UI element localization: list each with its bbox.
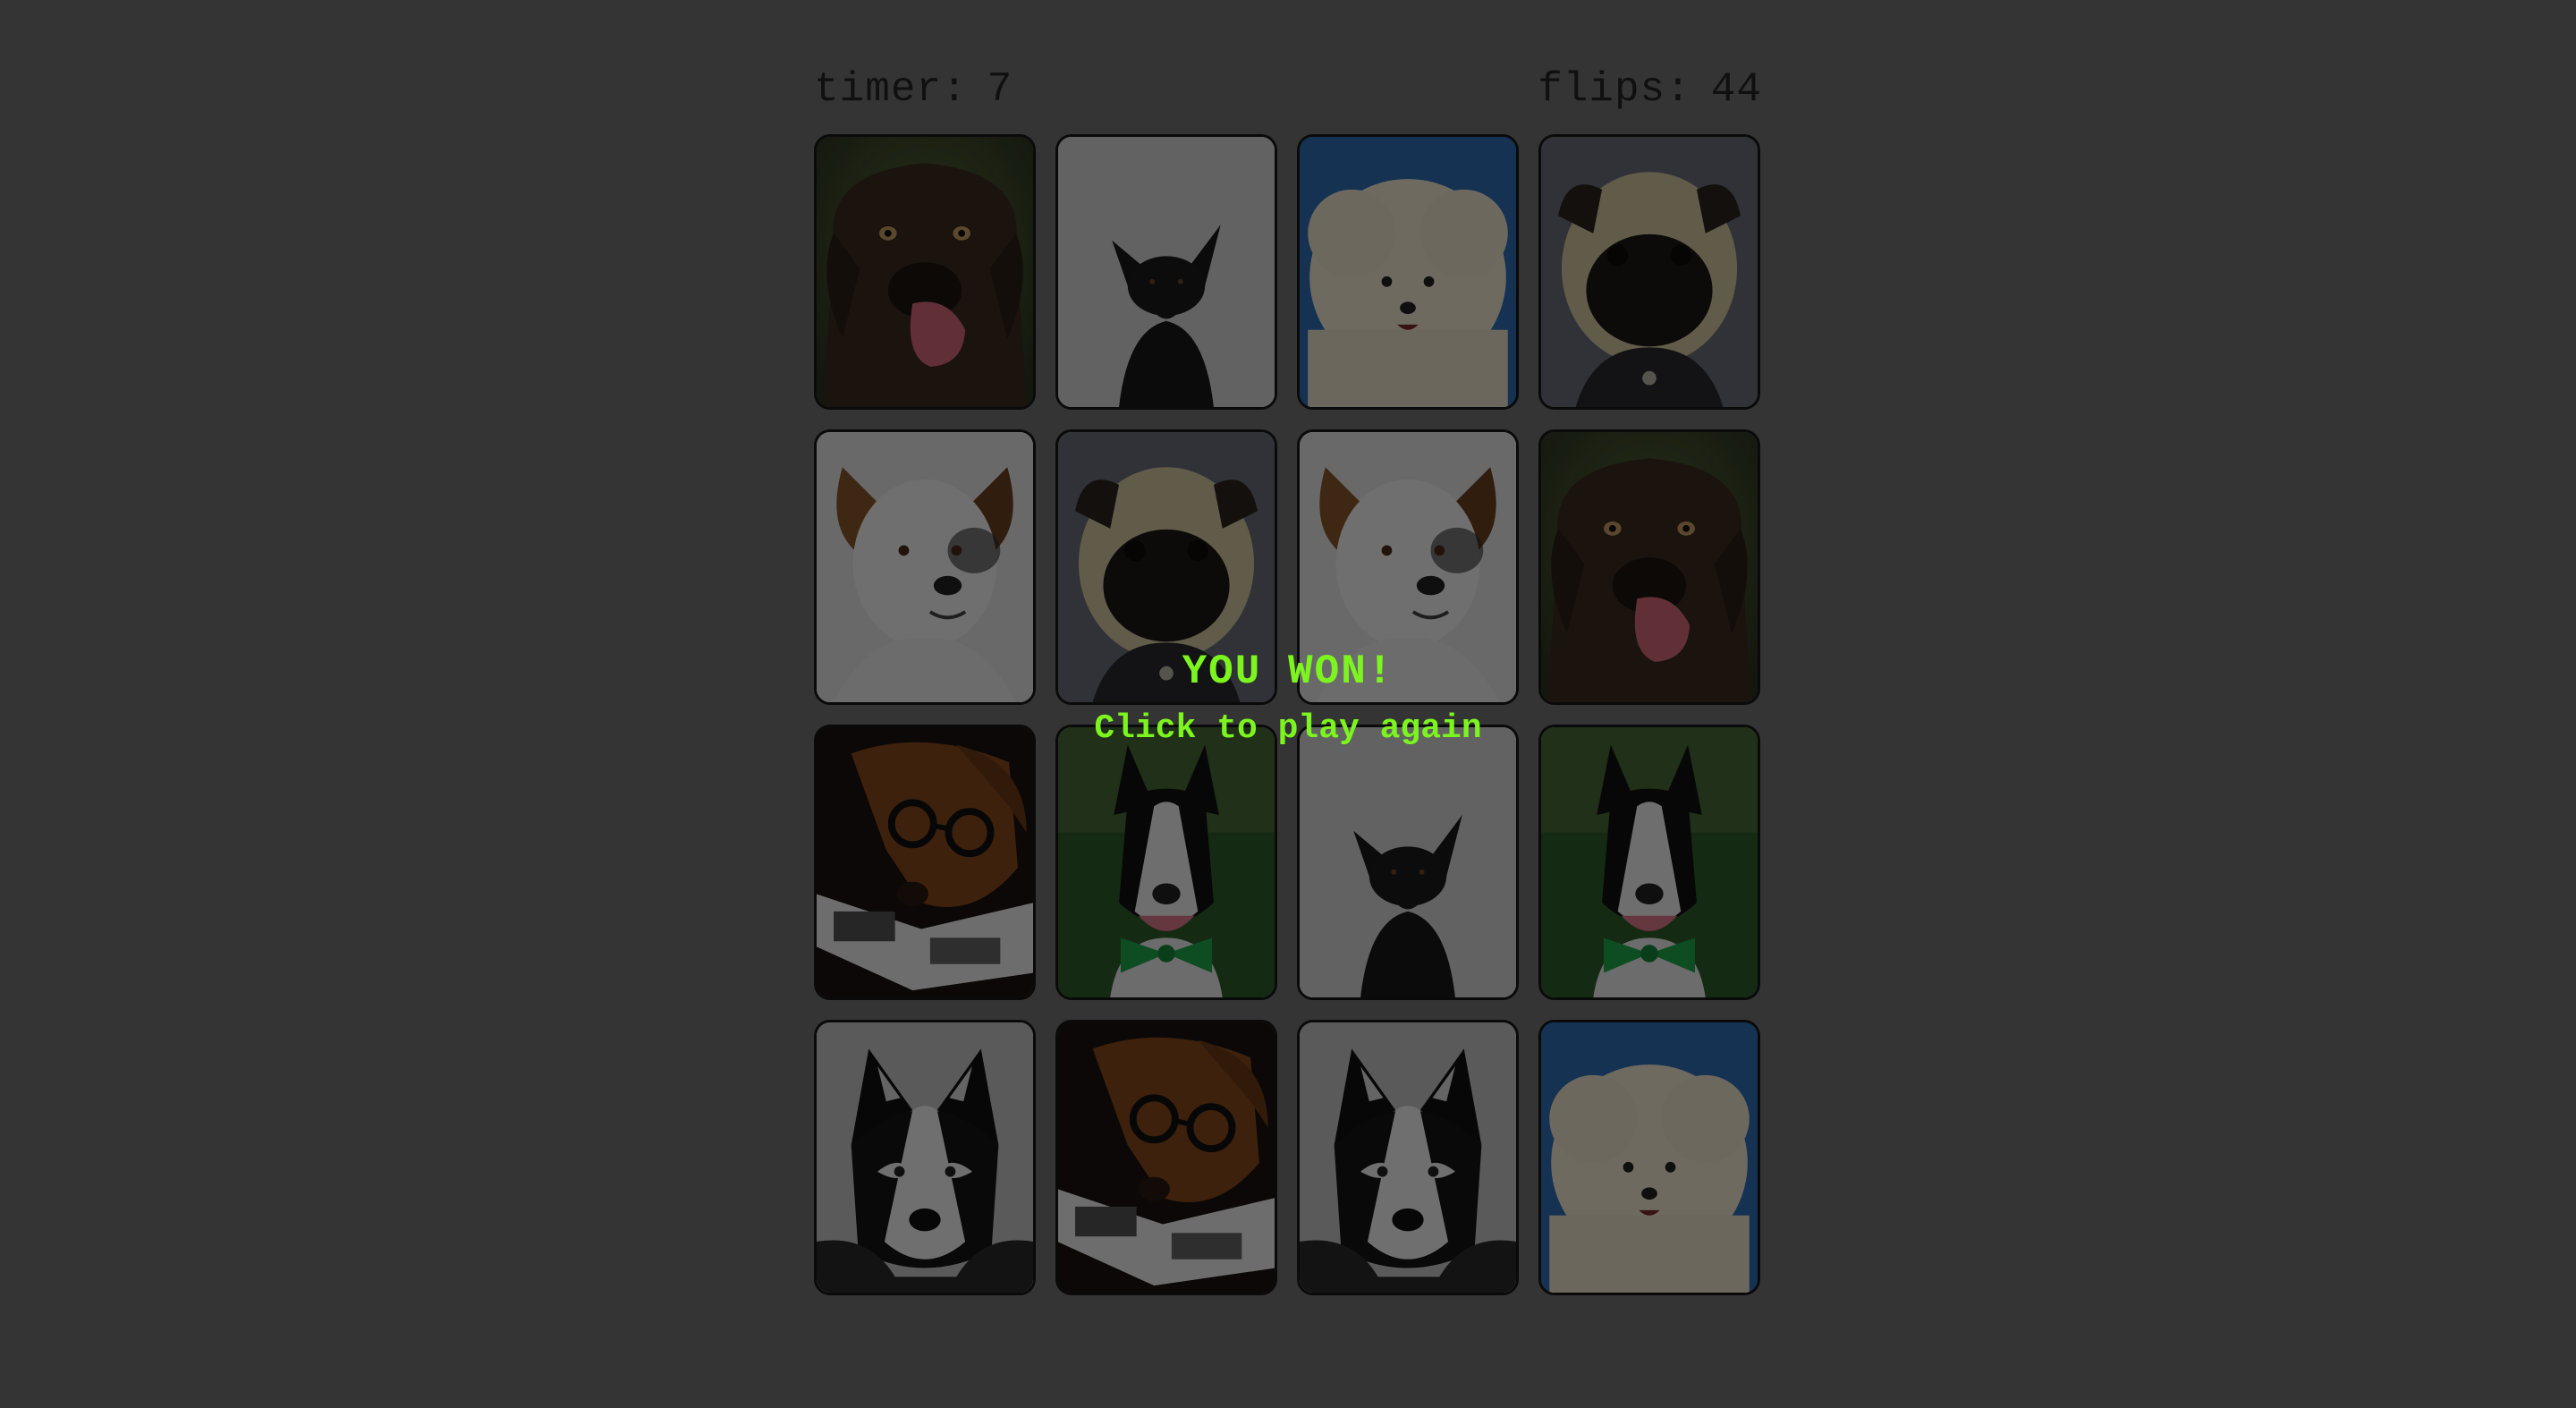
- play-again-prompt[interactable]: Click to play again: [930, 705, 1646, 753]
- game-screen: timer: 7 flips: 44 YOU WON! Click to pla…: [0, 0, 2576, 1408]
- win-message[interactable]: YOU WON! Click to play again: [930, 644, 1646, 753]
- win-title: YOU WON!: [1182, 649, 1394, 695]
- win-overlay[interactable]: YOU WON! Click to play again: [0, 0, 2576, 1408]
